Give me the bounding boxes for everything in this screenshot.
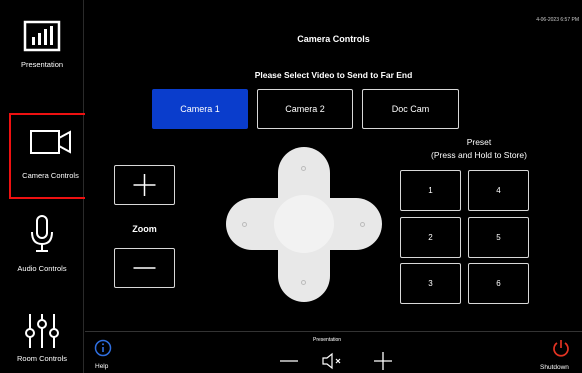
dpad-center xyxy=(274,195,334,253)
preset-3-button[interactable]: 3 xyxy=(400,263,461,304)
plus-icon xyxy=(133,174,156,196)
preset-1-button[interactable]: 1 xyxy=(400,170,461,211)
preset-4-button[interactable]: 4 xyxy=(468,170,529,211)
power-icon xyxy=(553,340,569,357)
zoom-out-button[interactable] xyxy=(114,248,175,288)
sidebar-item-label: Presentation xyxy=(20,60,64,69)
down-indicator-icon xyxy=(301,280,306,285)
speaker-muted-icon xyxy=(322,352,341,370)
zoom-label: Zoom xyxy=(132,224,157,234)
shutdown-button[interactable]: Shutdown xyxy=(537,338,577,373)
right-indicator-icon xyxy=(360,222,365,227)
tilt-down-button[interactable] xyxy=(294,273,314,293)
volume-section-label: Presentation xyxy=(313,337,342,343)
sidebar: Presentation Camera Controls Audio Contr… xyxy=(0,0,92,373)
preset-heading-title: Preset xyxy=(466,137,492,147)
left-indicator-icon xyxy=(242,222,247,227)
preset-6-button[interactable]: 6 xyxy=(468,263,529,304)
timestamp: 4-06-2023 6:57 PM xyxy=(536,17,579,23)
doc-cam-button[interactable]: Doc Cam xyxy=(362,89,459,129)
sidebar-item-presentation[interactable]: Presentation xyxy=(0,20,84,90)
volume-down-button[interactable] xyxy=(278,350,300,370)
presentation-chart-icon xyxy=(23,20,61,52)
camera-icon xyxy=(29,130,71,154)
minus-icon xyxy=(280,360,298,362)
shutdown-label: Shutdown xyxy=(540,364,569,371)
pan-left-button[interactable] xyxy=(235,215,255,235)
pan-right-button[interactable] xyxy=(353,215,373,235)
sliders-icon xyxy=(25,314,59,348)
pan-tilt-dpad xyxy=(226,147,382,302)
zoom-in-button[interactable] xyxy=(114,165,175,205)
sidebar-item-audio-controls[interactable]: Audio Controls xyxy=(0,214,84,284)
sidebar-item-label: Audio Controls xyxy=(17,264,67,273)
plus-icon xyxy=(374,352,392,370)
tilt-up-button[interactable] xyxy=(294,159,314,179)
camera-2-button[interactable]: Camera 2 xyxy=(257,89,353,129)
preset-heading-hint: (Press and Hold to Store) xyxy=(431,150,527,160)
up-indicator-icon xyxy=(301,166,306,171)
sidebar-item-label: Room Controls xyxy=(16,354,68,363)
info-icon xyxy=(94,339,112,357)
page-title: Camera Controls xyxy=(297,34,370,44)
source-select-prompt: Please Select Video to Send to Far End xyxy=(254,70,413,80)
sidebar-item-camera-controls[interactable]: Camera Controls xyxy=(9,113,92,199)
minus-icon xyxy=(133,267,156,269)
sidebar-item-room-controls[interactable]: Room Controls xyxy=(0,312,84,373)
bottom-bar: Presentation Help Shutdown xyxy=(85,331,582,373)
mute-button[interactable] xyxy=(321,352,345,370)
main-panel: 4-06-2023 6:57 PM Camera Controls Please… xyxy=(85,0,582,335)
preset-2-button[interactable]: 2 xyxy=(400,217,461,258)
sidebar-item-label: Camera Controls xyxy=(22,171,79,180)
camera-1-button[interactable]: Camera 1 xyxy=(152,89,248,129)
help-button[interactable]: Help xyxy=(94,339,116,372)
preset-5-button[interactable]: 5 xyxy=(468,217,529,258)
preset-heading: Preset (Press and Hold to Store) xyxy=(395,136,563,162)
microphone-icon xyxy=(31,215,53,252)
help-label: Help xyxy=(95,363,109,370)
volume-up-button[interactable] xyxy=(372,350,394,370)
